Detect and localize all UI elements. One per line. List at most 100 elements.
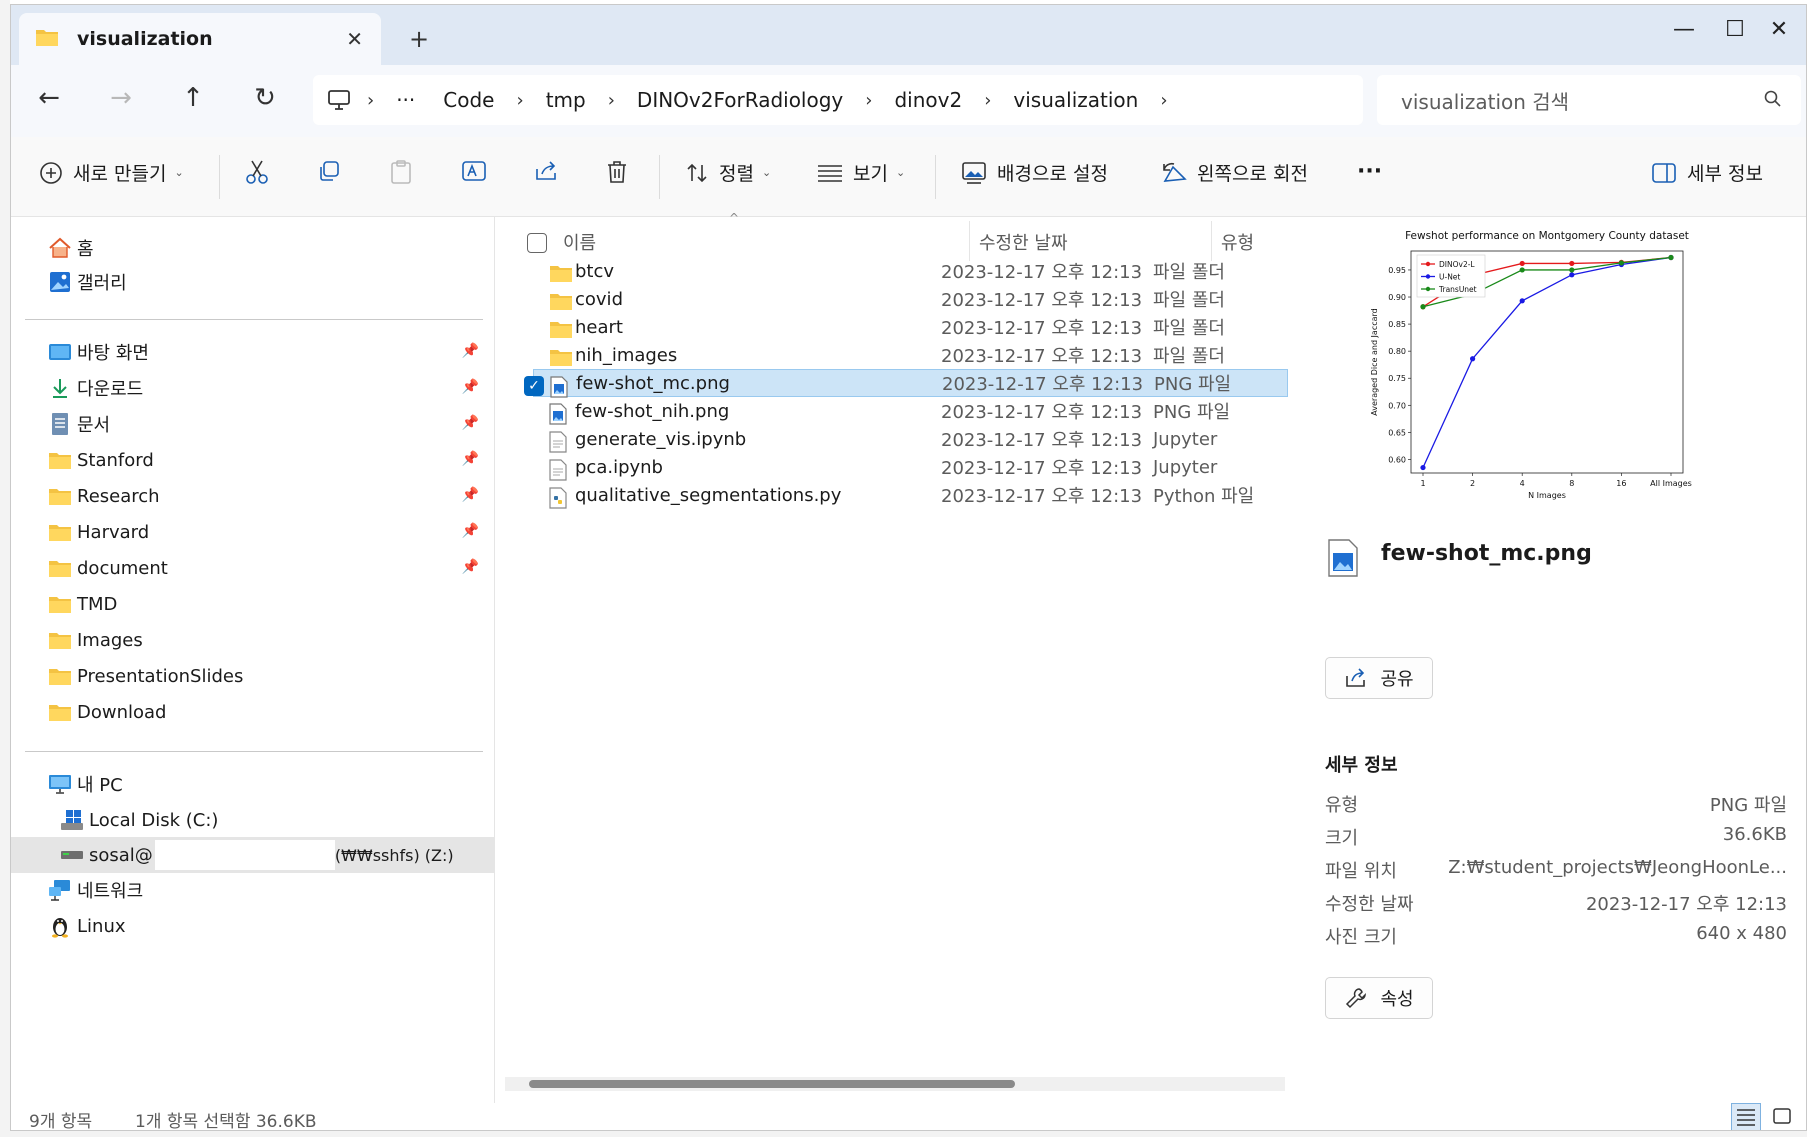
breadcrumb-dinov2[interactable]: dinov2 [894, 88, 962, 112]
sidebar-item-network-drive[interactable]: sosal@ (₩₩sshfs) (Z:) [59, 840, 499, 870]
copy-button[interactable] [317, 159, 351, 183]
chevron-right-icon[interactable]: › [608, 90, 615, 111]
data-point [1569, 260, 1575, 267]
chevron-right-icon[interactable]: › [1160, 90, 1167, 111]
delete-button[interactable] [605, 159, 639, 185]
cut-button[interactable] [245, 159, 279, 185]
column-header-date[interactable]: 수정한 날짜 [979, 229, 1068, 255]
file-row-generate-vis-ipynb[interactable]: generate_vis.ipynb 2023-12-17 오후 12:13 Jup… [533, 425, 1288, 453]
file-row-nih-images[interactable]: nih_images 2023-12-17 오후 12:13 파일 폴더 [533, 341, 1288, 369]
sidebar-item-images[interactable]: Images [47, 625, 487, 655]
computer-icon[interactable] [327, 89, 351, 111]
share-button[interactable] [533, 159, 569, 183]
sidebar-item-tmd[interactable]: TMD [47, 589, 487, 619]
tab-visualization[interactable]: visualization ✕ [19, 13, 381, 65]
sidebar-item-linux[interactable]: Linux [47, 911, 487, 941]
y-tick-label: 0.95 [1388, 266, 1406, 275]
sidebar-item-documents[interactable]: 문서 📌 [47, 409, 487, 439]
x-tick-label: 2 [1470, 479, 1475, 488]
share-button[interactable]: 공유 [1325, 657, 1433, 699]
sidebar-item-gallery[interactable]: 갤러리 [47, 267, 487, 297]
sidebar-item-desktop[interactable]: 바탕 화면 📌 [47, 337, 487, 367]
breadcrumb-tmp[interactable]: tmp [546, 88, 586, 112]
rotate-left-button[interactable]: 왼쪽으로 회전 [1161, 159, 1308, 186]
row-checkbox[interactable]: ✓ [524, 376, 544, 396]
property-dimensions: 사진 크기 640 x 480 [1325, 923, 1787, 951]
pin-icon[interactable]: 📌 [462, 451, 479, 467]
redacted-hostname [154, 840, 335, 870]
chevron-right-icon[interactable]: › [984, 90, 991, 111]
details-view-icon [1736, 1108, 1756, 1130]
up-button[interactable]: ↑ [173, 83, 213, 113]
sidebar-item-harvard[interactable]: Harvard 📌 [47, 517, 487, 547]
breadcrumb-dinov2forradiology[interactable]: DINOv2ForRadiology [637, 88, 843, 112]
back-button[interactable]: ← [29, 83, 69, 113]
new-tab-button[interactable]: + [409, 25, 429, 53]
column-header-type[interactable]: 유형 [1221, 229, 1254, 255]
address-ellipsis[interactable]: ··· [396, 88, 415, 112]
file-row-pca-ipynb[interactable]: pca.ipynb 2023-12-17 오후 12:13 Jupyter [533, 453, 1288, 481]
chevron-right-icon[interactable]: › [367, 90, 374, 111]
sidebar-item-stanford[interactable]: Stanford 📌 [47, 445, 487, 475]
maximize-button[interactable]: ☐ [1715, 17, 1755, 42]
details-view-button[interactable] [1731, 1103, 1761, 1130]
chevron-right-icon[interactable]: › [516, 90, 523, 111]
pin-icon[interactable]: 📌 [462, 523, 479, 539]
sidebar-item-home[interactable]: 홈 [47, 233, 487, 263]
sidebar-item-downloads[interactable]: 다운로드 📌 [47, 373, 487, 403]
breadcrumb-visualization[interactable]: visualization [1013, 88, 1138, 112]
scrollbar-thumb[interactable] [529, 1080, 1015, 1088]
file-row-few-shot-mc-png[interactable]: ✓ few-shot_mc.png 2023-12-17 오후 12:13 PNG 파… [524, 369, 1288, 398]
copy-icon [317, 159, 341, 183]
details-pane-button[interactable]: 세부 정보 [1651, 159, 1763, 186]
sidebar-item-presentationslides[interactable]: PresentationSlides [47, 661, 487, 691]
pin-icon[interactable]: 📌 [462, 415, 479, 431]
select-all-checkbox[interactable] [527, 233, 547, 253]
set-background-button[interactable]: 배경으로 설정 [961, 159, 1108, 186]
sidebar-item-network[interactable]: 네트워크 [47, 875, 487, 905]
view-button[interactable]: 보기 ⌄ [817, 159, 905, 186]
breadcrumb-code[interactable]: Code [443, 88, 494, 112]
new-button[interactable]: 새로 만들기 ⌄ [39, 159, 184, 186]
paste-button[interactable] [389, 159, 423, 185]
y-tick-label: 0.65 [1388, 428, 1406, 437]
column-header-name[interactable]: 이름 [563, 229, 596, 255]
properties-button[interactable]: 속성 [1325, 977, 1433, 1019]
data-point [1519, 260, 1525, 267]
chevron-right-icon[interactable]: › [865, 90, 872, 111]
sidebar-item-research[interactable]: Research 📌 [47, 481, 487, 511]
file-row-covid[interactable]: covid 2023-12-17 오후 12:13 파일 폴더 [533, 285, 1288, 313]
close-button[interactable]: ✕ [1759, 17, 1799, 42]
forward-button[interactable]: → [101, 83, 141, 113]
minimize-button[interactable]: — [1664, 17, 1704, 42]
column-divider[interactable] [969, 221, 970, 261]
sidebar-item-download[interactable]: Download [47, 697, 487, 727]
sidebar-item-document[interactable]: document 📌 [47, 553, 487, 583]
file-row-heart[interactable]: heart 2023-12-17 오후 12:13 파일 폴더 [533, 313, 1288, 341]
search-input[interactable]: visualization 검색 [1377, 75, 1801, 125]
sort-button[interactable]: 정렬 ⌄ [685, 159, 771, 186]
pin-icon[interactable]: 📌 [462, 343, 479, 359]
pin-icon[interactable]: 📌 [462, 487, 479, 503]
refresh-button[interactable]: ↻ [245, 83, 285, 113]
pin-icon[interactable]: 📌 [462, 379, 479, 395]
legend-label: DINOv2-L [1439, 260, 1475, 269]
sidebar-item-label: 내 PC [77, 775, 123, 796]
file-name: nih_images [575, 344, 678, 366]
rename-button[interactable] [461, 159, 497, 183]
file-row-qualitative-segmentations-py[interactable]: qualitative_segmentations.py 2023-12-17 오… [533, 481, 1288, 509]
address-bar[interactable]: › ··· Code › tmp › DINOv2ForRadiology › … [313, 75, 1363, 125]
property-location: 파일 위치 Z:₩student_projects₩JeongHoonLe... [1325, 857, 1787, 885]
sidebar-item-this-pc[interactable]: 내 PC [47, 769, 487, 799]
search-placeholder: visualization 검색 [1401, 89, 1570, 114]
more-options-button[interactable]: ··· [1357, 159, 1382, 184]
file-row-btcv[interactable]: btcv 2023-12-17 오후 12:13 파일 폴더 [533, 257, 1288, 285]
large-icons-view-button[interactable] [1767, 1103, 1797, 1130]
sidebar-item-local-disk[interactable]: Local Disk (C:) [59, 805, 499, 835]
horizontal-scrollbar[interactable] [505, 1077, 1285, 1091]
column-divider[interactable] [1211, 221, 1212, 261]
tab-close-icon[interactable]: ✕ [346, 27, 363, 51]
search-icon[interactable] [1763, 89, 1783, 114]
file-row-few-shot-nih-png[interactable]: few-shot_nih.png 2023-12-17 오후 12:13 PNG 파… [533, 397, 1288, 425]
pin-icon[interactable]: 📌 [462, 559, 479, 575]
